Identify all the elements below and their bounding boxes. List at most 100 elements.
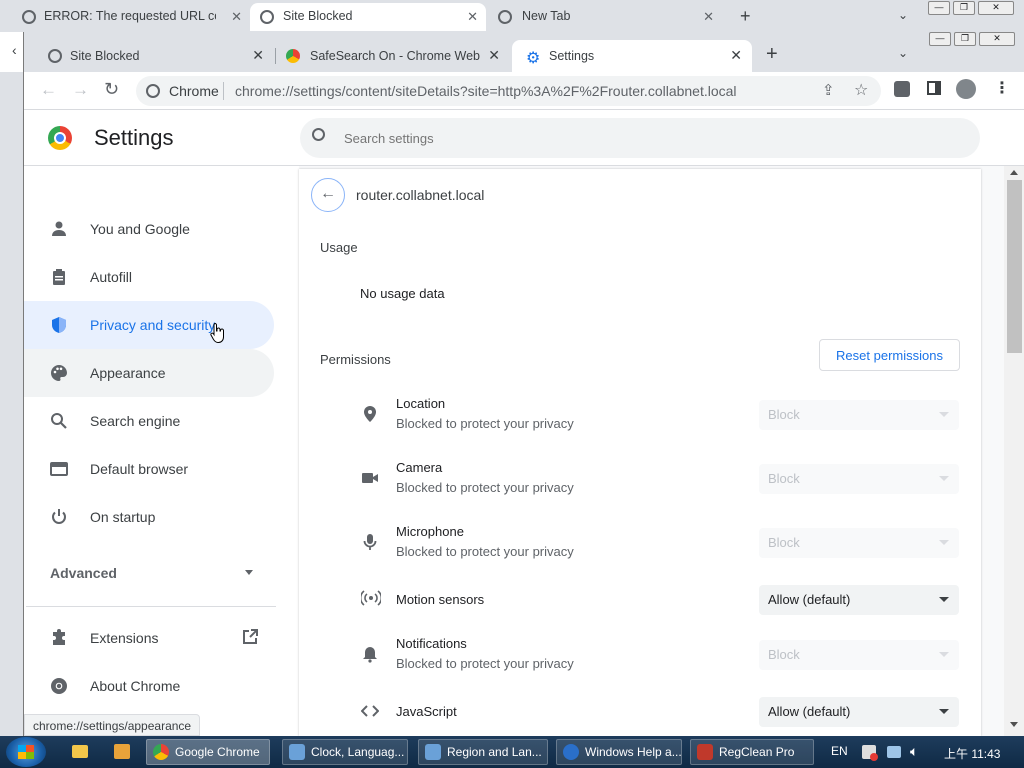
scroll-up-icon[interactable] [1010, 170, 1018, 175]
taskbar-item-windows-help[interactable]: Windows Help a... [556, 739, 682, 765]
search-bar[interactable] [300, 118, 980, 158]
sidebar-item-on-startup[interactable]: On startup [24, 493, 274, 541]
window-controls: — ❐ ✕ [929, 32, 1021, 48]
toolbar: ← → ↻ Chrome chrome://settings/content/s… [24, 72, 1024, 110]
reset-permissions-button[interactable]: Reset permissions [819, 339, 960, 371]
back-arrow-icon[interactable]: ← [40, 80, 57, 100]
new-tab-plus-icon[interactable]: + [740, 6, 751, 27]
scroll-down-icon[interactable] [1010, 722, 1018, 727]
forward-arrow-icon[interactable]: → [72, 80, 89, 100]
person-icon [50, 220, 68, 238]
search-input[interactable] [344, 128, 944, 148]
taskbar-item-region-language[interactable]: Region and Lan... [418, 739, 548, 765]
palette-icon [50, 364, 68, 382]
minimize-icon[interactable]: — [928, 1, 950, 15]
permission-desc: Blocked to protect your privacy [396, 416, 574, 431]
network-error-icon[interactable] [862, 745, 878, 761]
sidebar-item-you-and-google[interactable]: You and Google [24, 205, 274, 253]
globe-icon [48, 49, 62, 63]
chevron-down-icon[interactable]: ⌄ [898, 8, 908, 22]
dropdown-arrow-icon [939, 412, 949, 417]
close-tab-icon[interactable]: ✕ [252, 47, 264, 64]
motion-sensors-select[interactable]: Allow (default) [759, 585, 959, 615]
taskbar-item-google-chrome[interactable]: Google Chrome [146, 739, 270, 765]
language-indicator[interactable]: EN [831, 744, 848, 758]
extensions-puzzle-icon[interactable] [894, 81, 910, 97]
site-details-card: ← router.collabnet.local Usage No usage … [299, 169, 981, 736]
sidebar-advanced[interactable]: Advanced [24, 549, 274, 597]
sidebar-item-label: Autofill [90, 269, 133, 285]
bg-tab-site-blocked[interactable]: Site Blocked ✕ [250, 3, 486, 31]
bookmark-star-icon[interactable]: ☆ [854, 80, 868, 100]
javascript-select[interactable]: Allow (default) [759, 697, 959, 727]
camera-select[interactable]: Block [759, 464, 959, 494]
sidebar-item-label: On startup [90, 509, 156, 525]
location-select[interactable]: Block [759, 400, 959, 430]
microphone-select[interactable]: Block [759, 528, 959, 558]
location-icon [361, 405, 379, 423]
permission-name: Notifications [396, 636, 467, 651]
start-button[interactable] [6, 737, 46, 767]
microphone-icon [361, 533, 379, 551]
close-window-icon[interactable]: ✕ [978, 1, 1014, 15]
camera-icon [361, 469, 379, 487]
close-tab-icon[interactable]: ✕ [231, 9, 242, 25]
permission-name: Microphone [396, 524, 464, 539]
select-value: Allow (default) [768, 592, 851, 607]
close-tab-icon[interactable]: ✕ [488, 47, 500, 64]
bg-tab-new-tab[interactable]: New Tab ✕ [490, 3, 722, 31]
search-icon [50, 412, 68, 430]
tab-settings[interactable]: ⚙ Settings ✕ [512, 40, 752, 72]
sidebar-item-search-engine[interactable]: Search engine [24, 397, 274, 445]
menu-kebab-icon[interactable]: ⋮ [994, 78, 1010, 98]
action-center-icon[interactable] [887, 746, 901, 758]
sidebar-item-appearance[interactable]: Appearance [24, 349, 274, 397]
back-button[interactable]: ← [311, 178, 345, 212]
taskbar-item-regclean-pro[interactable]: RegClean Pro [690, 739, 814, 765]
scrollbar-thumb[interactable] [1007, 180, 1022, 353]
gear-icon: ⚙ [526, 50, 541, 67]
omnibox[interactable]: Chrome chrome://settings/content/siteDet… [136, 76, 881, 106]
restore-icon[interactable]: ❐ [953, 1, 975, 15]
clock[interactable]: 上午 11:43 [944, 745, 1000, 762]
sidebar-item-about-chrome[interactable]: About Chrome [24, 662, 274, 710]
close-tab-icon[interactable]: ✕ [467, 9, 478, 25]
share-icon[interactable]: ⇪ [822, 81, 835, 99]
chevron-down-icon[interactable]: ⌄ [898, 46, 908, 60]
permission-name: Location [396, 396, 446, 411]
restore-icon[interactable]: ❐ [954, 32, 976, 46]
sidebar-item-default-browser[interactable]: Default browser [24, 445, 274, 493]
sidebar-item-label: About Chrome [90, 678, 181, 694]
sidebar-item-extensions[interactable]: Extensions [24, 614, 274, 662]
power-icon [50, 508, 68, 526]
notifications-select[interactable]: Block [759, 640, 959, 670]
tab-safesearch[interactable]: SafeSearch On - Chrome Web Store ✕ [276, 40, 510, 72]
reload-icon[interactable]: ↻ [104, 79, 119, 100]
explorer-icon[interactable] [72, 745, 88, 758]
bg-tab-error[interactable]: ERROR: The requested URL could ✕ [20, 3, 250, 31]
vertical-scrollbar[interactable] [1004, 166, 1024, 736]
profile-avatar-icon[interactable] [956, 79, 976, 99]
taskbar-item-clock-language[interactable]: Clock, Languag... [282, 739, 408, 765]
sidebar-item-label: You and Google [90, 221, 190, 237]
volume-icon[interactable]: 🔈︎ [910, 743, 918, 760]
dropdown-arrow-icon [939, 597, 949, 602]
url-text[interactable]: chrome://settings/content/siteDetails?si… [235, 83, 737, 99]
tab-strip: Site Blocked ✕ SafeSearch On - Chrome We… [24, 32, 1024, 72]
back-arrow-icon: ‹ [12, 42, 17, 58]
media-player-icon[interactable] [114, 744, 130, 759]
omnibox-chip: Chrome [169, 83, 219, 99]
tab-title: Site Blocked [70, 49, 140, 63]
minimize-icon[interactable]: — [929, 32, 951, 46]
new-tab-plus-icon[interactable]: + [766, 43, 778, 66]
close-tab-icon[interactable]: ✕ [730, 47, 742, 64]
sidebar-item-privacy-and-security[interactable]: Privacy and security [24, 301, 274, 349]
sidebar-item-label: Search engine [90, 413, 181, 429]
taskbar-label: Windows Help a... [585, 745, 682, 759]
side-panel-icon[interactable] [927, 81, 941, 95]
dropdown-arrow-icon [939, 709, 949, 714]
sidebar-item-autofill[interactable]: Autofill [24, 253, 274, 301]
tab-site-blocked[interactable]: Site Blocked ✕ [32, 40, 274, 72]
close-tab-icon[interactable]: ✕ [703, 9, 714, 25]
close-window-icon[interactable]: ✕ [979, 32, 1015, 46]
